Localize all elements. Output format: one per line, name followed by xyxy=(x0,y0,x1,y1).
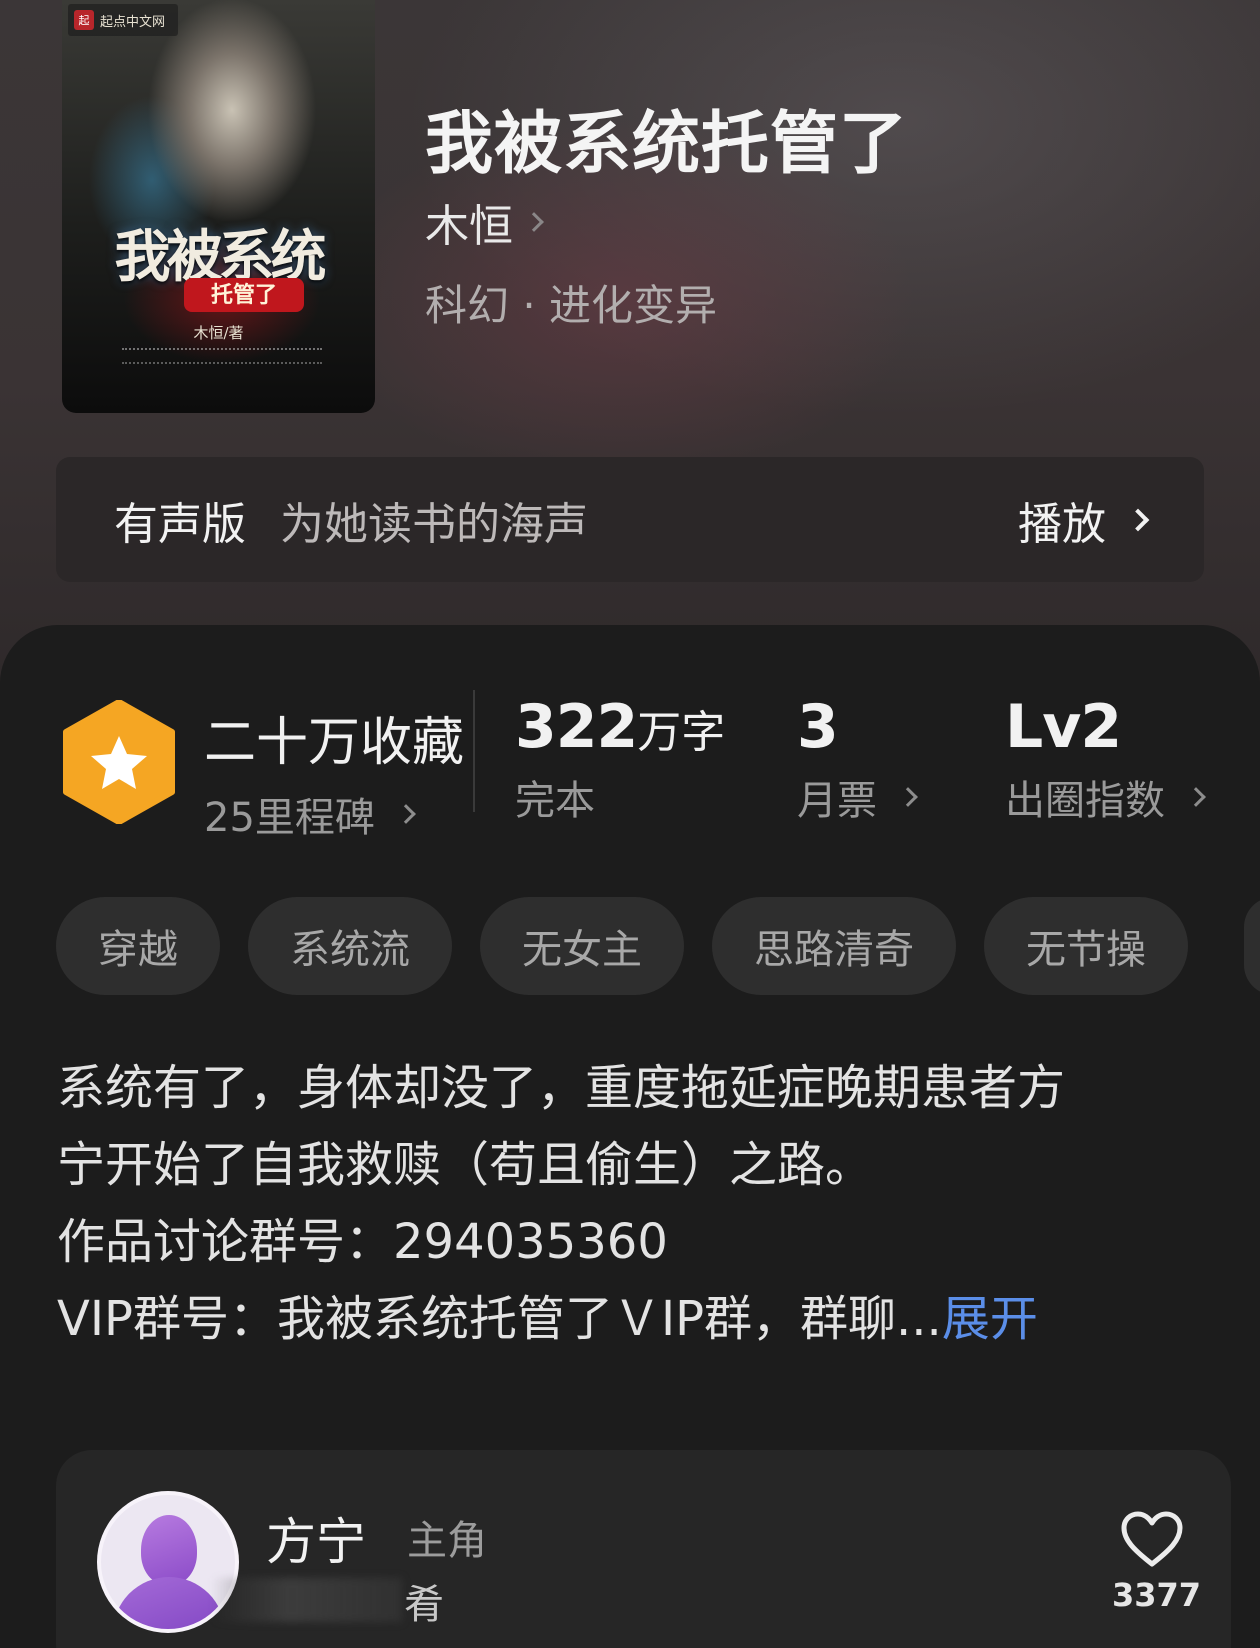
chevron-right-icon xyxy=(1186,787,1206,807)
cover-subtitle: 托管了 xyxy=(184,278,304,312)
milestone-label: 25里程碑 xyxy=(204,795,375,841)
tag-chip[interactable]: 无节操 xyxy=(984,897,1188,995)
description-line-last: VIP群号：我被系统托管了ＶIP群，群聊...展开 xyxy=(57,1281,1207,1358)
audio-narrator: 为她读书的海声 xyxy=(280,498,588,550)
audio-label: 有声版 xyxy=(114,498,246,550)
cover-blurb xyxy=(122,348,322,364)
tag-chip[interactable]: 无女主 xyxy=(480,897,684,995)
chevron-right-icon xyxy=(396,804,416,824)
description-line: 宁开始了自我救赎（苟且偷生）之路。 xyxy=(57,1137,874,1193)
monthly-ticket-value: 3 xyxy=(797,692,839,762)
avatar-silhouette-head xyxy=(141,1515,197,1585)
character-snippet-blur xyxy=(212,1578,402,1622)
character-name: 方宁 xyxy=(266,1513,366,1571)
chevron-right-icon xyxy=(524,212,544,232)
book-cover[interactable]: 起 起点中文网 我被系统 托管了 木恒/著 xyxy=(62,0,375,413)
heart-icon xyxy=(1121,1511,1183,1567)
book-description: 系统有了，身体却没了，重度拖延症晚期患者方 宁开始了自我救赎（苟且偷生）之路。 … xyxy=(57,1050,1207,1358)
play-button[interactable]: 播放 xyxy=(1018,488,1150,552)
word-count-stat: 322万字 完本 xyxy=(515,692,725,826)
book-title: 我被系统托管了 xyxy=(425,104,909,184)
popularity-index-label: 出圈指数 xyxy=(1005,778,1165,824)
tag-list: 穿越 系统流 无女主 思路清奇 无节操 xyxy=(56,897,1188,995)
tag-chip[interactable]: 穿越 xyxy=(56,897,220,995)
description-line: 系统有了，身体却没了，重度拖延症晚期患者方 xyxy=(57,1060,1066,1116)
publisher-logo: 起 起点中文网 xyxy=(68,4,178,36)
monthly-ticket-label: 月票 xyxy=(797,778,877,824)
tag-chip[interactable]: 系统流 xyxy=(248,897,452,995)
expand-link[interactable]: 展开 xyxy=(942,1291,1038,1347)
star-badge-icon xyxy=(63,700,175,824)
character-snippet: 肴 xyxy=(404,1582,444,1628)
audio-version-bar[interactable]: 有声版 为她读书的海声 播放 xyxy=(56,457,1204,582)
play-label: 播放 xyxy=(1018,498,1106,550)
character-role: 主角 xyxy=(407,1518,487,1564)
cover-author-credit: 木恒/著 xyxy=(193,324,244,342)
chevron-right-icon xyxy=(898,787,918,807)
like-count: 3377 xyxy=(1112,1576,1202,1614)
author-link[interactable]: 木恒 xyxy=(425,190,544,254)
collection-title: 二十万收藏 xyxy=(204,713,465,773)
collection-stat[interactable]: 二十万收藏 25里程碑 xyxy=(204,700,464,843)
avatar-silhouette-body xyxy=(113,1577,225,1629)
publisher-mark: 起 xyxy=(74,10,94,30)
word-count-value: 322 xyxy=(515,692,638,762)
popularity-index-value: Lv2 xyxy=(1005,692,1122,762)
stat-divider xyxy=(473,690,475,812)
author-name: 木恒 xyxy=(425,201,513,252)
publisher-name: 起点中文网 xyxy=(100,14,166,30)
description-line: VIP群号：我被系统托管了ＶIP群，群聊... xyxy=(57,1291,942,1347)
word-count-unit: 万字 xyxy=(637,707,726,758)
popularity-index-stat[interactable]: Lv2 出圈指数 xyxy=(1005,692,1206,826)
book-genre: 科幻 · 进化变异 xyxy=(425,281,718,330)
tag-chip[interactable]: 思路清奇 xyxy=(712,897,956,995)
completion-status: 完本 xyxy=(515,778,595,824)
chevron-right-icon xyxy=(1126,508,1150,531)
monthly-ticket-stat[interactable]: 3 月票 xyxy=(797,692,918,826)
description-line: 作品讨论群号：294035360 xyxy=(57,1214,668,1270)
like-button[interactable]: 3377 xyxy=(1112,1510,1202,1614)
